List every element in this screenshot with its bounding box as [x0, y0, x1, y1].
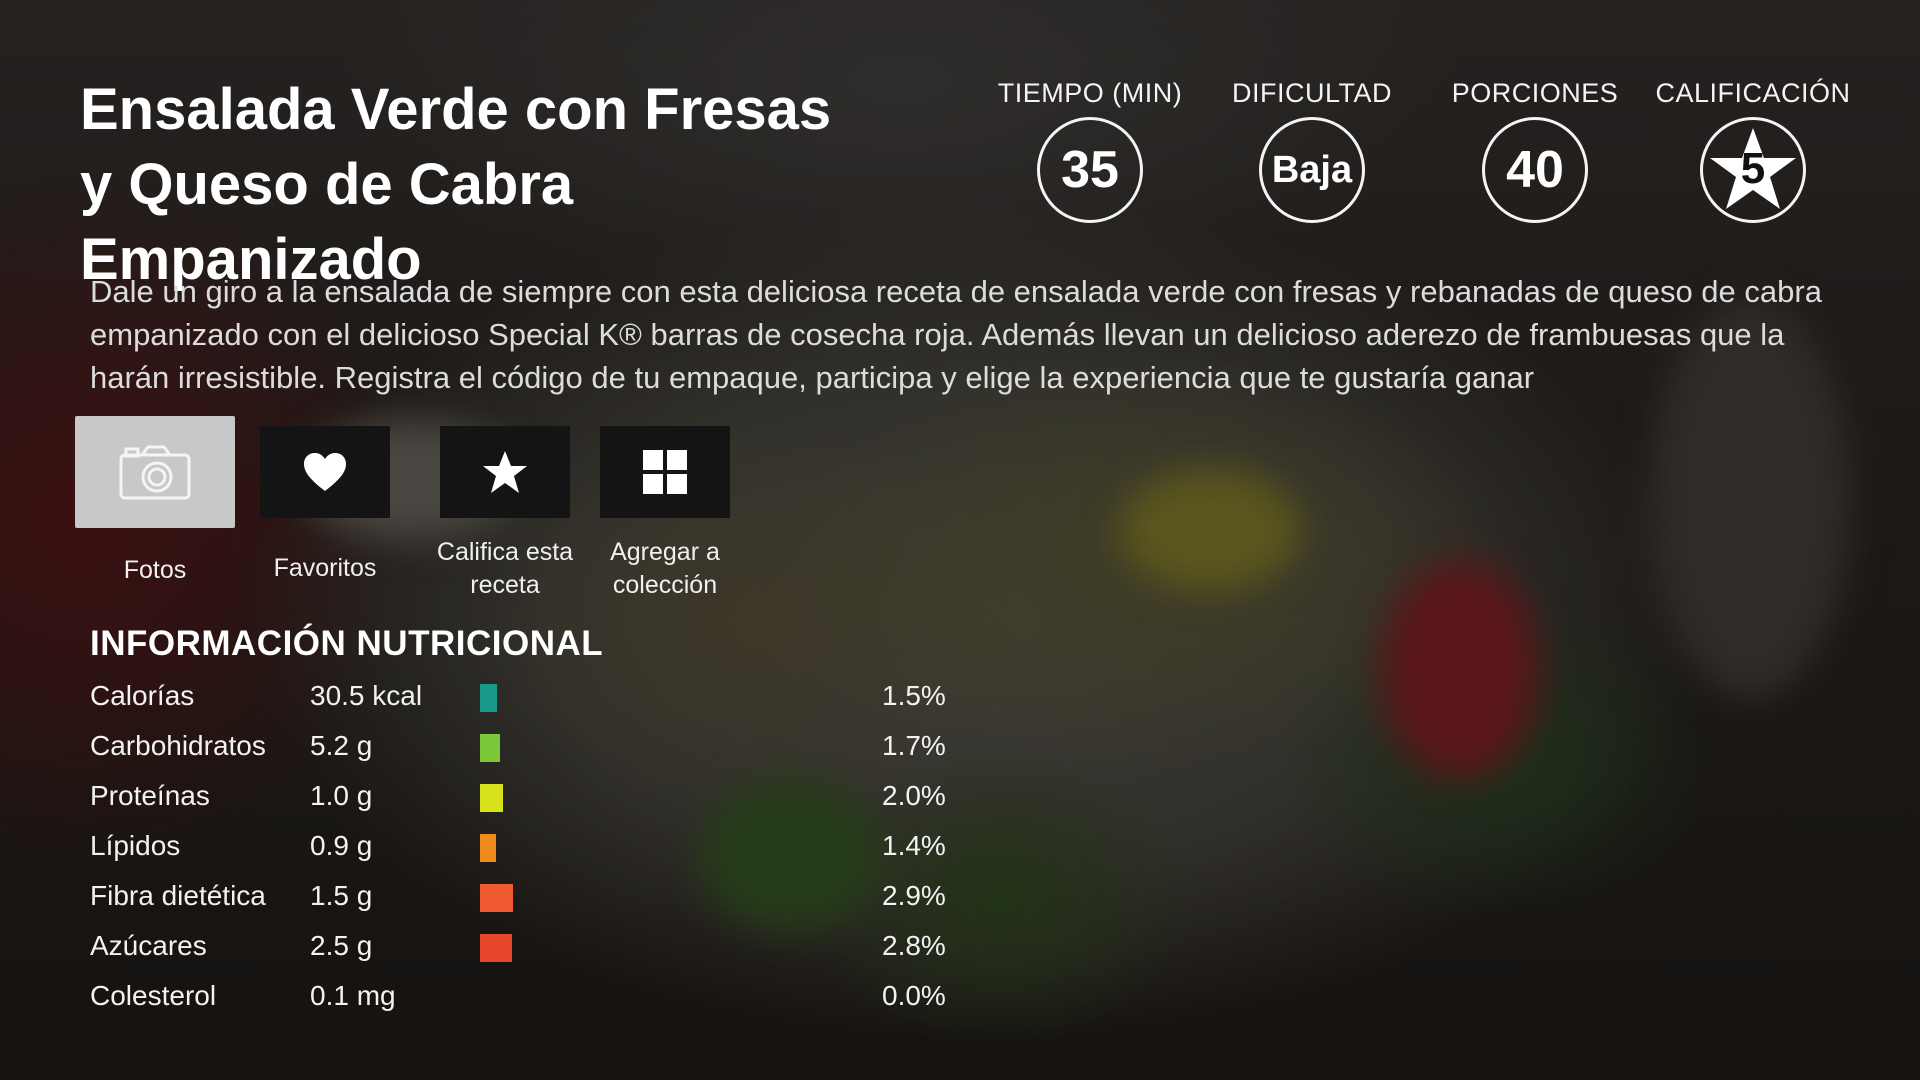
stat-difficulty: DIFICULTAD Baja [1192, 78, 1432, 223]
nutrient-amount: 2.5 g [310, 930, 373, 961]
collection-button[interactable] [600, 426, 730, 518]
nutrition-table: Calorías 30.5 kcal 1.5% Carbohidratos 5.2 g 1… [90, 680, 990, 1030]
rate-button[interactable] [440, 426, 570, 518]
nutrient-name: Proteínas [90, 780, 210, 811]
stat-servings-value: 40 [1482, 117, 1588, 223]
favorites-action[interactable]: Favoritos [260, 426, 390, 585]
nutrient-amount: 1.5 g [310, 880, 373, 911]
collection-label: Agregar a colección [610, 538, 720, 599]
nutrient-percent: 2.9% [882, 880, 946, 911]
nutrient-percent: 0.0% [882, 980, 946, 1011]
nutrient-bar [480, 784, 503, 812]
photos-button[interactable] [75, 416, 235, 528]
grid-icon [643, 450, 687, 494]
photos-action[interactable]: Fotos [75, 416, 235, 587]
nutrient-name: Carbohidratos [90, 730, 266, 761]
nutrition-row: Calorías 30.5 kcal 1.5% [90, 680, 990, 730]
nutrient-amount: 30.5 kcal [310, 680, 423, 711]
stat-difficulty-value: Baja [1259, 117, 1365, 223]
star-icon: 5 [1705, 122, 1801, 218]
nutrient-percent: 1.5% [882, 680, 946, 711]
nutrient-amount: 0.1 mg [310, 980, 396, 1011]
stat-rating-label: CALIFICACIÓN [1655, 78, 1851, 108]
nutrient-bar [480, 684, 498, 712]
nutrient-percent: 2.0% [882, 780, 946, 811]
camera-icon [119, 445, 191, 500]
stat-difficulty-label: DIFICULTAD [1232, 78, 1392, 108]
nutrition-row: Fibra dietética 1.5 g 2.9% [90, 880, 990, 930]
star-icon [483, 451, 527, 493]
nutrient-bar [480, 884, 514, 912]
stat-time-label: TIEMPO (MIN) [997, 78, 1183, 108]
nutrition-row: Colesterol 0.1 mg 0.0% [90, 980, 990, 1030]
nutrition-row: Proteínas 1.0 g 2.0% [90, 780, 990, 830]
favorites-button[interactable] [260, 426, 390, 518]
stat-servings-label: PORCIONES [1451, 78, 1619, 108]
rate-label: Califica esta receta [436, 538, 574, 599]
rating-badge: 5 [1700, 117, 1806, 223]
nutrition-row: Lípidos 0.9 g 1.4% [90, 830, 990, 880]
nutrient-bar [480, 934, 513, 962]
nutrient-percent: 2.8% [882, 930, 946, 961]
photos-label: Fotos [123, 556, 187, 584]
nutrient-name: Colesterol [90, 980, 217, 1011]
nutrition-row: Azúcares 2.5 g 2.8% [90, 930, 990, 980]
nutrient-name: Fibra dietética [90, 880, 266, 911]
nutrient-amount: 5.2 g [310, 730, 373, 761]
heart-icon [304, 453, 346, 491]
nutrient-bar [480, 834, 497, 862]
favorites-label: Favoritos [273, 554, 377, 582]
stat-servings: PORCIONES 40 [1415, 78, 1655, 223]
nutrient-bar [480, 734, 500, 762]
nutrient-percent: 1.4% [882, 830, 946, 861]
nutrient-percent: 1.7% [882, 730, 946, 761]
stat-time-value: 35 [1037, 117, 1143, 223]
nutrition-title: INFORMACIÓN NUTRICIONAL [90, 624, 604, 663]
nutrient-name: Azúcares [90, 930, 207, 961]
nutrient-name: Calorías [90, 680, 195, 711]
rate-action[interactable]: Califica esta receta [430, 426, 580, 602]
collection-action[interactable]: Agregar a colección [590, 426, 740, 602]
stat-rating: CALIFICACIÓN 5 [1633, 78, 1873, 223]
recipe-title: Ensalada Verde con Fresas y Queso de Cab… [80, 77, 832, 292]
nutrient-amount: 0.9 g [310, 830, 373, 861]
nutrient-name: Lípidos [90, 830, 181, 861]
recipe-description: Dale un giro a la ensalada de siempre co… [90, 274, 1822, 395]
rating-value: 5 [1740, 144, 1766, 193]
stat-time: TIEMPO (MIN) 35 [970, 78, 1210, 223]
nutrient-amount: 1.0 g [310, 780, 373, 811]
nutrition-row: Carbohidratos 5.2 g 1.7% [90, 730, 990, 780]
